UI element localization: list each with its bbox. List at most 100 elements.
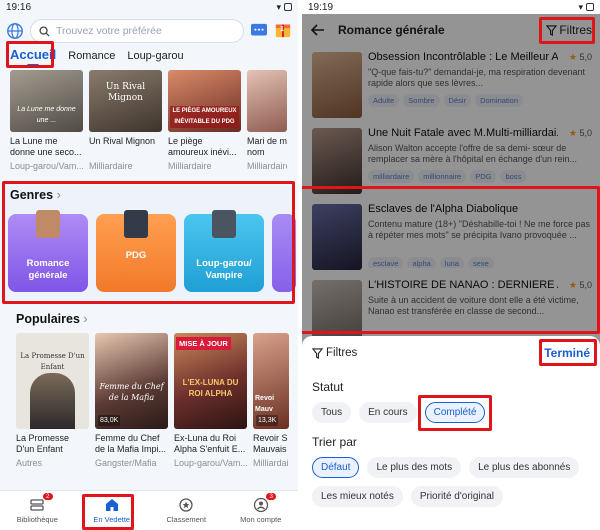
message-icon[interactable] [250,23,268,39]
book-cover-text: LE PIÈGE AMOUREUX INÉVITABLE DU PDG [170,106,239,128]
nav-badge: 2 [42,493,53,500]
globe-icon[interactable] [6,22,24,40]
genre-thumb [212,210,236,238]
book-cover-text: L'EX-LUNA DU ROI ALPHA [182,378,239,398]
book-card[interactable]: Femme du Chef de la Mafia 83,0K Femme du… [95,333,168,469]
chip-mieux-notes[interactable]: Les mieux notés [312,486,403,507]
nav-label: Mon compte [240,515,282,524]
book-cover-text: La Lune me donne une ... [17,106,76,124]
bottom-nav: Bibliothèque 2 En Vedette Classement Mon… [0,490,298,530]
filter-sheet: Filtres Terminé Statut Tous En cours Com… [302,336,600,530]
gift-button[interactable]: 1 [274,20,292,43]
book-genre: Milliardaire [253,458,289,468]
nav-badge: 3 [266,493,276,500]
nav-mon-compte[interactable]: Mon compte 3 [224,491,299,530]
chip-plus-des-mots[interactable]: Le plus des mots [367,457,462,478]
account-icon [253,497,268,513]
status-bar: 19:19 ▾ [302,0,600,14]
book-cover: MISE À JOUR L'EX-LUNA DU ROI ALPHA [174,333,247,429]
done-button[interactable]: Terminé [544,346,590,360]
book-title: La Promesse D'un Enfant [16,433,70,454]
book-card[interactable]: MISE À JOUR L'EX-LUNA DU ROI ALPHA Ex-Lu… [174,333,247,469]
book-cover-text: Femme du Chef de la Mafia [99,382,164,402]
book-genre: Milliardaire [168,161,212,171]
status-time: 19:16 [6,1,32,13]
book-genre: Loup-garou/Vam... [10,161,83,171]
library-icon [30,499,44,511]
nav-classement[interactable]: Classement [149,491,224,530]
gift-badge: 1 [280,25,284,33]
signal-icon: ▾ [578,1,583,12]
statut-options: Tous En cours Complété [312,402,590,423]
book-card[interactable]: Un Rival Mignon Un Rival Mignon Milliard… [89,70,162,172]
book-cover-text: La Promesse D'un Enfant [20,352,85,371]
book-title: Le piège amoureux inévi... [168,136,237,157]
book-cover [247,70,287,132]
book-card[interactable]: Mari de m nom Milliardaire [247,70,287,172]
book-cover: Revoi Mauv 13,3K [253,333,289,429]
battery-icon [284,3,292,11]
genres-heading[interactable]: Genres › [10,188,61,202]
book-genre: Milliardaire [89,161,133,171]
chip-priorite-original[interactable]: Priorité d'original [410,486,503,507]
nav-en-vedette[interactable]: En Vedette [75,491,150,530]
status-bar: 19:16 ▾ [0,0,298,14]
genres-row: Romance générale PDG Loup-garou/ Vampire [8,210,296,292]
search-row: Trouvez votre préférée 1 [6,18,292,44]
chevron-right-icon: › [83,312,88,326]
chip-complete[interactable]: Complété [424,402,486,423]
book-genre: Loup-garou/Vam... [174,458,247,468]
home-icon [105,499,118,511]
book-genre: Milliardaire [247,161,287,171]
home-screen: 19:16 ▾ Trouvez votre préférée 1 Accueil… [0,0,298,530]
book-card[interactable]: Revoi Mauv 13,3K Revoir S Mauvais Millia… [253,333,289,469]
chip-plus-des-abonnes[interactable]: Le plus des abonnés [469,457,580,478]
tab-romance[interactable]: Romance [68,50,115,62]
filter-sheet-title-text: Filtres [326,347,358,359]
genre-label: Loup-garou/ Vampire [196,258,252,281]
genre-thumb [124,210,148,238]
genre-label: Romance générale [26,258,70,281]
book-title: Ex-Luna du Roi Alpha S'enfuit E... [174,433,246,454]
filter-sheet-header: Filtres Terminé [312,336,590,370]
chip-defaut[interactable]: Défaut [312,457,360,478]
genre-thumb [36,210,60,238]
search-input[interactable]: Trouvez votre préférée [30,19,244,43]
genre-card-pdg[interactable]: PDG [96,210,176,292]
active-tab-indicator [27,64,40,67]
chip-tous[interactable]: Tous [312,402,352,423]
sort-options: Défaut Le plus des mots Le plus des abon… [312,457,590,507]
ranking-icon [179,498,193,512]
book-cover-art [247,70,287,132]
book-cover-text: Revoi Mauv [255,395,275,413]
chevron-right-icon: › [56,188,61,202]
sort-label: Trier par [312,435,357,449]
update-badge: MISE À JOUR [176,337,231,350]
book-genre: Autres [16,458,43,468]
genre-card-loup-garou[interactable]: Loup-garou/ Vampire [184,210,264,292]
book-card[interactable]: LE PIÈGE AMOUREUX INÉVITABLE DU PDG Le p… [168,70,241,172]
populaires-heading[interactable]: Populaires › [16,312,88,326]
book-title: Un Rival Mignon [89,136,156,146]
chip-en-cours[interactable]: En cours [359,402,417,423]
genre-card-partial[interactable] [272,214,296,292]
book-card[interactable]: La Promesse D'un Enfant La Promesse D'un… [16,333,89,469]
tab-loup-garou[interactable]: Loup-garou [127,50,183,62]
nav-label: Classement [166,515,207,524]
book-title: Mari de m nom [247,136,287,157]
search-placeholder: Trouvez votre préférée [56,25,162,37]
status-time: 19:19 [308,1,334,13]
nav-label: Bibliothèque [16,515,58,524]
signal-icon: ▾ [276,1,281,12]
book-card[interactable]: La Lune me donne une ... La Lune me donn… [10,70,83,172]
book-cover: Femme du Chef de la Mafia 83,0K [95,333,168,429]
book-title: La Lune me donne une seco... [10,136,82,157]
book-genre: Gangster/Mafia [95,458,157,468]
populaires-title: Populaires [16,312,80,326]
genres-title: Genres [10,188,54,202]
genre-screen: 19:19 ▾ Romance générale Filtres Obsessi… [302,0,600,530]
tab-accueil[interactable]: Accueil [10,47,56,67]
nav-bibliotheque[interactable]: Bibliothèque 2 [0,491,75,530]
book-cover: LE PIÈGE AMOUREUX INÉVITABLE DU PDG [168,70,241,132]
genre-card-romance[interactable]: Romance générale [8,210,88,292]
